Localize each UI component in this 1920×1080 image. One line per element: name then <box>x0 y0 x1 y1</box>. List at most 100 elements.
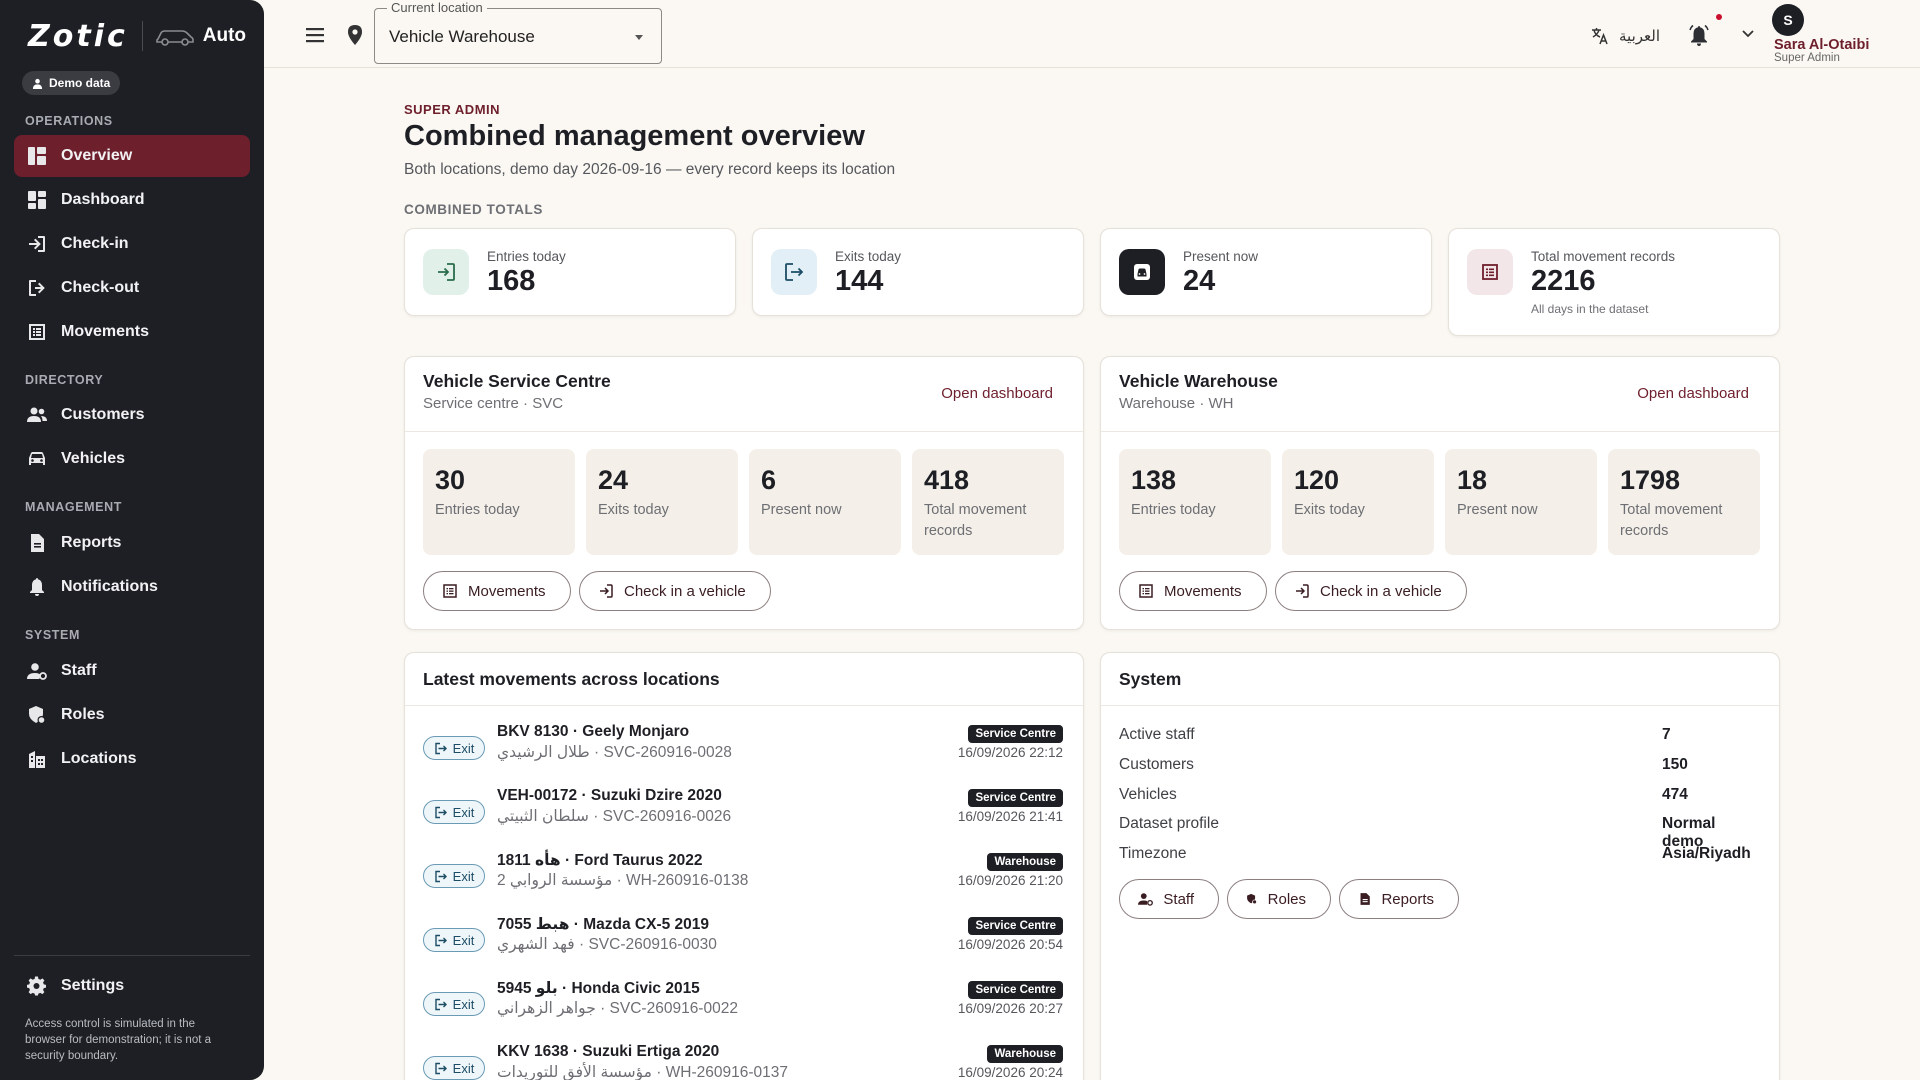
customers-icon <box>27 407 47 422</box>
building-icon <box>29 751 45 768</box>
reports-button[interactable]: Reports <box>1339 879 1459 919</box>
entry-icon <box>438 263 455 281</box>
card-divider <box>405 431 1083 432</box>
open-dashboard-link[interactable]: Open dashboard <box>1637 385 1749 402</box>
page-eyebrow: SUPER ADMIN <box>404 102 501 117</box>
sidebar-item-vehicles[interactable]: Vehicles <box>14 438 250 480</box>
car-icon <box>155 30 194 46</box>
movement-subtitle: مؤسسة الروابي 2 · WH-260916-0138 <box>497 872 749 889</box>
sidebar-item-movements[interactable]: Movements <box>14 311 250 353</box>
movement-time: 16/09/2026 20:24 <box>957 1065 1063 1080</box>
system-row: Vehicles 474 <box>1119 786 1759 810</box>
stat-label: Entries today <box>1131 502 1216 518</box>
card-divider <box>405 705 1083 706</box>
sidebar-item-overview[interactable]: Overview <box>14 135 250 177</box>
movement-title: KKV 1638 · Suzuki Ertiga 2020 <box>497 1043 720 1060</box>
check-in-icon <box>29 236 45 252</box>
demo-data-chip: Demo data <box>22 71 121 95</box>
movement-time: 16/09/2026 20:27 <box>957 1001 1063 1016</box>
roles-icon <box>1247 893 1257 905</box>
chevron-down-icon[interactable] <box>1742 30 1754 38</box>
movements-button[interactable]: Movements <box>423 571 571 611</box>
sidebar-item-label: Roles <box>61 706 105 723</box>
stat-tile: 138 Entries today <box>1119 449 1271 555</box>
sidebar-item-roles[interactable]: Roles <box>14 694 250 736</box>
kpi-card-exits: Exits today 144 <box>752 228 1084 316</box>
kpi-label: Present now <box>1183 249 1259 264</box>
panel-title: System <box>1119 669 1182 689</box>
overview-icon <box>28 147 46 165</box>
car-icon <box>1134 264 1150 280</box>
sidebar-item-label: Settings <box>61 977 125 994</box>
brand[interactable]: Zotic Auto <box>28 18 246 54</box>
exit-icon <box>434 806 447 818</box>
sidebar-item-customers[interactable]: Customers <box>14 394 250 436</box>
location-card-warehouse: Vehicle Warehouse Warehouse · WH Open da… <box>1100 356 1780 630</box>
exit-icon <box>785 263 804 281</box>
location-badge: Service Centre <box>968 981 1063 999</box>
sidebar-item-settings[interactable]: Settings <box>14 965 250 1007</box>
stat-tile: 18 Present now <box>1445 449 1597 555</box>
movement-subtitle: مؤسسة الأفق للتوريدات · WH-260916-0137 <box>497 1064 789 1080</box>
chip-label: Exit <box>452 932 475 948</box>
movement-row[interactable]: Exit 5945 بلو · Honda Civic 2015 جواهر ا… <box>423 979 1063 1043</box>
stat-value: 138 <box>1131 465 1177 495</box>
exit-chip: Exit <box>423 864 485 888</box>
movements-icon <box>29 324 45 340</box>
exit-chip: Exit <box>423 928 485 952</box>
sidebar-item-label: Overview <box>61 147 133 164</box>
sidebar-item-locations[interactable]: Locations <box>14 738 250 780</box>
movement-row[interactable]: Exit VEH-00172 · Suzuki Dzire 2020 سلطان… <box>423 787 1063 851</box>
stat-tile: 120 Exits today <box>1282 449 1434 555</box>
sidebar-item-check-out[interactable]: Check-out <box>14 267 250 309</box>
movement-row[interactable]: Exit KKV 1638 · Suzuki Ertiga 2020 مؤسسة… <box>423 1043 1063 1080</box>
stat-value: 120 <box>1294 465 1340 495</box>
translate-icon <box>1592 28 1608 45</box>
open-dashboard-link[interactable]: Open dashboard <box>941 385 1053 402</box>
button-label: Reports <box>1381 890 1434 908</box>
movements-button[interactable]: Movements <box>1119 571 1267 611</box>
avatar[interactable]: S <box>1772 4 1804 36</box>
movement-subtitle: طلال الرشيدي · SVC-260916-0028 <box>497 744 732 761</box>
exit-chip: Exit <box>423 992 485 1016</box>
sidebar-item-label: Customers <box>61 406 145 423</box>
kpi-value: 2216 <box>1531 265 1596 297</box>
roles-button[interactable]: Roles <box>1227 879 1331 919</box>
movement-subtitle: جواهر الزهراني · SVC-260916-0022 <box>497 1000 738 1017</box>
movement-row[interactable]: Exit 1811 هأه · Ford Taurus 2022 مؤسسة ا… <box>423 851 1063 915</box>
stat-label: Present now <box>761 502 842 518</box>
kpi-value: 24 <box>1183 265 1216 297</box>
sidebar-item-label: Staff <box>61 662 97 679</box>
check-in-vehicle-button[interactable]: Check in a vehicle <box>579 571 771 611</box>
sidebar-item-reports[interactable]: Reports <box>14 522 250 564</box>
brand-divider <box>141 21 143 51</box>
system-row-label: Vehicles <box>1119 786 1177 803</box>
movement-row[interactable]: Exit 7055 هبط · Mazda CX-5 2019 فهد الشه… <box>423 915 1063 979</box>
stat-value: 24 <box>598 465 629 495</box>
location-badge: Warehouse <box>987 853 1063 871</box>
sidebar: Zotic Auto Demo data OPERATIONS Overview… <box>0 0 264 1080</box>
movement-title: 1811 هأه · Ford Taurus 2022 <box>497 852 703 869</box>
staff-button[interactable]: Staff <box>1119 879 1219 919</box>
menu-icon[interactable] <box>304 24 328 46</box>
nav-section-management: MANAGEMENT <box>25 500 122 514</box>
sidebar-item-staff[interactable]: Staff <box>14 650 250 692</box>
check-in-vehicle-button[interactable]: Check in a vehicle <box>1275 571 1467 611</box>
location-select[interactable]: Current location Vehicle Warehouse <box>374 0 662 64</box>
chip-label: Exit <box>452 740 475 756</box>
sidebar-item-dashboard[interactable]: Dashboard <box>14 179 250 221</box>
kpi-value: 144 <box>835 265 884 297</box>
sidebar-divider <box>14 955 250 956</box>
sidebar-item-label: Movements <box>61 323 150 340</box>
reports-icon <box>31 534 44 552</box>
movement-row[interactable]: Exit BKV 8130 · Geely Monjaro طلال الرشي… <box>423 723 1063 787</box>
language-toggle[interactable]: العربية <box>1591 24 1660 48</box>
sidebar-item-check-in[interactable]: Check-in <box>14 223 250 265</box>
button-label: Staff <box>1163 890 1194 908</box>
location-badge: Service Centre <box>968 725 1063 743</box>
location-card-service-centre: Vehicle Service Centre Service centre · … <box>404 356 1084 630</box>
system-row: Timezone Asia/Riyadh <box>1119 845 1759 869</box>
notifications-bell-icon[interactable] <box>1688 24 1710 48</box>
sidebar-item-notifications[interactable]: Notifications <box>14 566 250 608</box>
movement-title: BKV 8130 · Geely Monjaro <box>497 723 690 740</box>
